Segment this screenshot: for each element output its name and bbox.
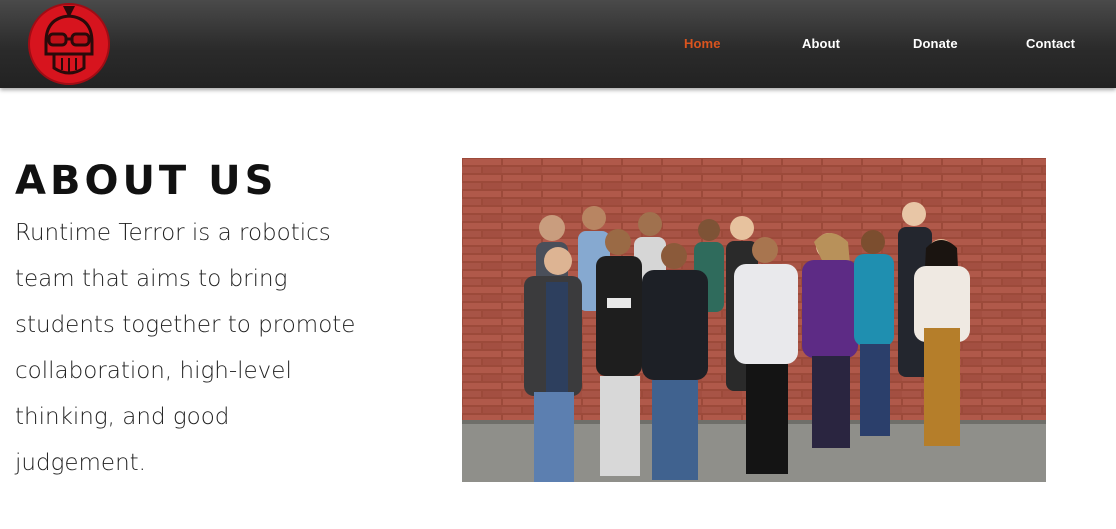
nav-home[interactable]: Home [684,36,721,51]
team-logo[interactable] [24,2,114,86]
about-description: Runtime Terror is a robotics team that a… [15,220,356,476]
team-photo [462,158,1046,482]
nav-donate[interactable]: Donate [913,36,958,51]
site-header: Home About Donate Contact [0,0,1116,88]
page-title: ABOUT US [15,158,278,204]
nav-contact[interactable]: Contact [1026,36,1075,51]
nav-about[interactable]: About [802,36,840,51]
